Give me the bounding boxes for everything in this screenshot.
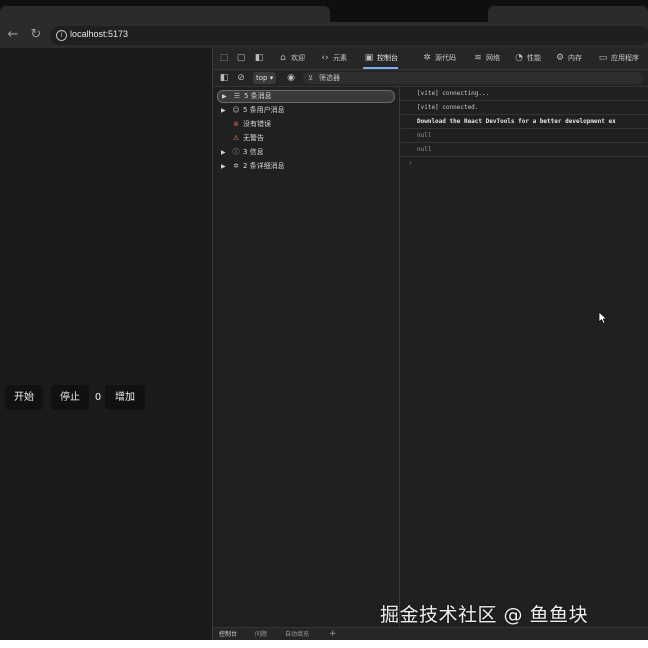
user-icon: ☺ xyxy=(232,106,240,114)
bug-icon: ✲ xyxy=(423,53,431,63)
add-drawer-tab-button[interactable]: + xyxy=(329,628,337,640)
console-prompt[interactable]: › xyxy=(409,159,412,167)
add-button[interactable]: 增加 xyxy=(105,385,145,410)
tab-memory[interactable]: ⚙ 内存 xyxy=(554,48,582,69)
tab-label: 欢迎 xyxy=(291,54,305,62)
console-message: null xyxy=(401,129,648,143)
error-icon: ⊗ xyxy=(233,120,239,128)
verbose-icon: ✲ xyxy=(233,162,239,170)
stop-button[interactable]: 停止 xyxy=(51,385,89,410)
browser-tab[interactable] xyxy=(0,6,330,22)
tab-label: 内存 xyxy=(568,54,582,62)
tab-welcome[interactable]: ⌂ 欢迎 xyxy=(277,48,305,69)
console-message-text: null xyxy=(417,146,432,153)
tab-elements[interactable]: ‹› 元素 xyxy=(319,48,347,69)
drawer-tabbar: 控制台 问题 自动填充 + xyxy=(213,627,648,640)
console-message-text: [vite] connected. xyxy=(417,104,479,111)
dock-icon[interactable]: ◧ xyxy=(253,52,265,64)
info-icon: ⓘ xyxy=(232,148,240,156)
drawer-tab-autofill[interactable]: 自动填充 xyxy=(285,628,309,640)
tab-sources[interactable]: ✲ 源代码 xyxy=(421,48,456,69)
sidebar-item-messages[interactable]: ▶ ☰ 5 条消息 xyxy=(217,90,395,103)
home-icon: ⌂ xyxy=(280,53,286,63)
watermark: 掘金技术社区 @ 鱼鱼块 xyxy=(380,604,589,626)
app-icon: ▭ xyxy=(598,53,608,63)
tab-network[interactable]: ≋ 网络 xyxy=(472,48,500,69)
counter-controls: 开始 停止 0 增加 xyxy=(5,385,147,410)
gauge-icon: ◔ xyxy=(515,53,523,63)
console-output: [vite] connecting... [vite] connected. D… xyxy=(401,87,648,627)
inspect-icon[interactable]: ⬚ xyxy=(218,52,230,64)
sidebar-item-info[interactable]: ▶ ⓘ 3 信息 xyxy=(217,146,397,159)
address-bar: ← ↻ i localhost:5173 xyxy=(0,22,648,48)
reload-icon[interactable]: ↻ xyxy=(28,27,44,43)
gear-icon: ⚙ xyxy=(555,53,565,63)
context-selector[interactable]: top ▾ xyxy=(253,72,277,84)
filter-input[interactable]: ⊻ 筛选器 xyxy=(303,72,643,84)
mouse-cursor-icon xyxy=(598,311,608,325)
sidebar-item-label: 3 信息 xyxy=(243,148,264,156)
sidebar-item-errors[interactable]: ⊗ 没有错误 xyxy=(217,118,397,131)
tab-application[interactable]: ▭ 应用程序 xyxy=(597,48,639,69)
sidebar-item-label: 没有错误 xyxy=(243,120,271,128)
console-toolbar: ◧ ⊘ top ▾ ◉ ⊻ 筛选器 xyxy=(213,70,648,87)
sidebar-toggle-icon[interactable]: ◧ xyxy=(218,72,230,84)
console-message-text: [vite] connecting... xyxy=(417,90,490,97)
tab-label: 性能 xyxy=(527,54,541,62)
expand-arrow-icon[interactable]: ▶ xyxy=(222,91,227,102)
start-button[interactable]: 开始 xyxy=(5,385,43,410)
warning-icon: ⚠ xyxy=(232,134,240,142)
sidebar-item-verbose[interactable]: ▶ ✲ 2 条详细消息 xyxy=(217,160,397,173)
console-message: null xyxy=(401,143,648,157)
app-page: 开始 停止 0 增加 xyxy=(0,48,212,640)
sidebar-item-label: 5 条消息 xyxy=(244,92,272,100)
browser-window: ← ↻ i localhost:5173 开始 停止 0 增加 ⬚ ▢ ◧ ⌂ 欢… xyxy=(0,0,648,640)
tab-label: 控制台 xyxy=(377,54,398,62)
tab-label: 应用程序 xyxy=(611,54,639,62)
console-message-text: Download the React DevTools for a better… xyxy=(417,118,616,125)
expand-arrow-icon[interactable]: ▶ xyxy=(221,104,226,117)
filter-placeholder: 筛选器 xyxy=(319,74,340,82)
tab-label: 元素 xyxy=(333,54,347,62)
arrow-left-icon[interactable]: ← xyxy=(5,27,21,43)
expand-arrow-icon[interactable]: ▶ xyxy=(221,146,226,159)
console-icon: ▣ xyxy=(364,53,374,63)
url-input[interactable]: i localhost:5173 xyxy=(50,26,648,45)
sidebar-item-label: 5 条用户消息 xyxy=(243,106,285,114)
console-message-text: null xyxy=(417,132,432,139)
console-message: [vite] connecting... xyxy=(401,87,648,101)
code-icon: ‹› xyxy=(321,53,329,63)
sidebar-item-warnings[interactable]: ⚠ 无警告 xyxy=(217,132,397,145)
sidebar-item-label: 无警告 xyxy=(243,134,264,142)
tab-console[interactable]: ▣ 控制台 xyxy=(363,48,398,69)
devtools-panel: ⬚ ▢ ◧ ⌂ 欢迎 ‹› 元素 ▣ 控制台 ✲ 源代码 ≋ 网络 ◔ 性能 ⚙ 内存 xyxy=(212,48,648,640)
tab-label: 网络 xyxy=(486,54,500,62)
filter-icon: ⊻ xyxy=(308,74,314,82)
eye-icon[interactable]: ◉ xyxy=(285,72,297,84)
tab-performance[interactable]: ◔ 性能 xyxy=(513,48,541,69)
tab-strip xyxy=(0,0,648,22)
drawer-tab-console[interactable]: 控制台 xyxy=(219,628,237,640)
list-icon: ☰ xyxy=(233,92,241,100)
sidebar-item-user-messages[interactable]: ▶ ☺ 5 条用户消息 xyxy=(217,104,397,117)
console-message: Download the React DevTools for a better… xyxy=(401,115,648,129)
info-icon[interactable]: i xyxy=(56,30,67,41)
url-text: localhost:5173 xyxy=(70,29,129,39)
sidebar-item-label: 2 条详细消息 xyxy=(243,162,285,170)
browser-tab[interactable] xyxy=(488,6,648,22)
wifi-icon: ≋ xyxy=(474,53,482,63)
devtools-tabbar: ⬚ ▢ ◧ ⌂ 欢迎 ‹› 元素 ▣ 控制台 ✲ 源代码 ≋ 网络 ◔ 性能 ⚙ 内存 xyxy=(213,48,648,70)
device-toggle-icon[interactable]: ▢ xyxy=(235,52,247,64)
console-sidebar: ▶ ☰ 5 条消息 ▶ ☺ 5 条用户消息 ⊗ 没有错误 ⚠ 无警告 ▶ ⓘ 3… xyxy=(213,87,400,627)
console-message: [vite] connected. xyxy=(401,101,648,115)
drawer-tab-issues[interactable]: 问题 xyxy=(255,628,267,640)
counter-value: 0 xyxy=(94,392,102,403)
tab-label: 源代码 xyxy=(435,54,456,62)
clear-console-icon[interactable]: ⊘ xyxy=(235,72,247,84)
expand-arrow-icon[interactable]: ▶ xyxy=(221,160,226,173)
